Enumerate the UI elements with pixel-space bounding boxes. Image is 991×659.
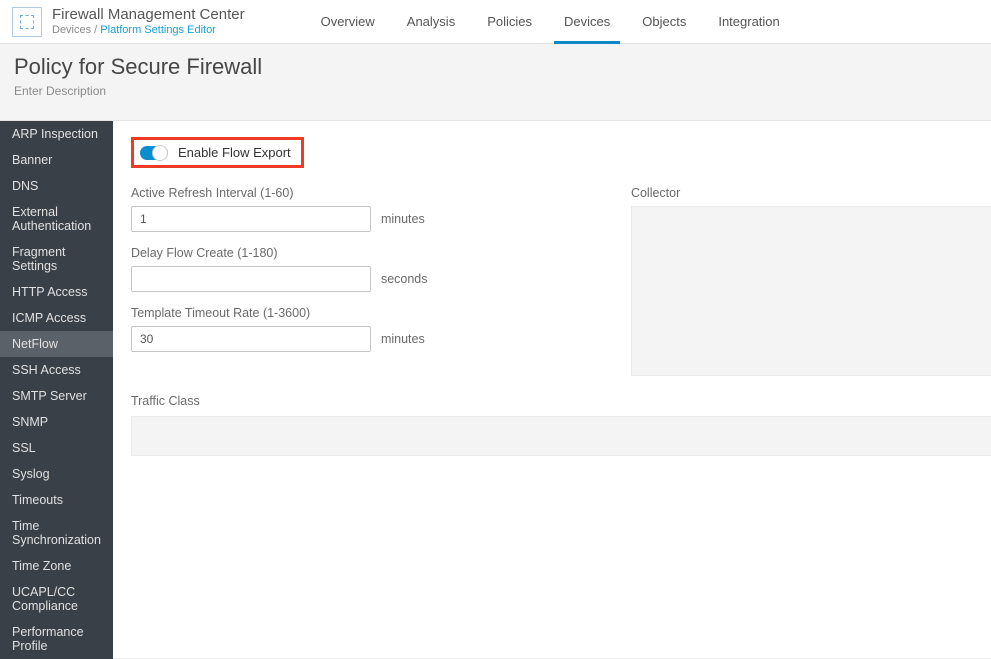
- sidebar: ARP InspectionBannerDNSExternal Authenti…: [0, 121, 113, 659]
- app-title-block: Firewall Management Center Devices / Pla…: [52, 7, 245, 37]
- sidebar-item-snmp[interactable]: SNMP: [0, 409, 113, 435]
- template-timeout-label: Template Timeout Rate (1-3600): [131, 306, 501, 320]
- top-header: Firewall Management Center Devices / Pla…: [0, 0, 991, 44]
- sidebar-item-ssl[interactable]: SSL: [0, 435, 113, 461]
- active-refresh-line: minutes: [131, 206, 501, 232]
- active-refresh-input[interactable]: [131, 206, 371, 232]
- delay-flow-label: Delay Flow Create (1-180): [131, 246, 501, 260]
- active-refresh-group: Active Refresh Interval (1-60) minutes: [131, 186, 501, 232]
- sidebar-item-fragment-settings[interactable]: Fragment Settings: [0, 239, 113, 279]
- nav-analysis[interactable]: Analysis: [391, 0, 471, 43]
- sidebar-item-timeouts[interactable]: Timeouts: [0, 487, 113, 513]
- sidebar-item-netflow[interactable]: NetFlow: [0, 331, 113, 357]
- sidebar-item-banner[interactable]: Banner: [0, 147, 113, 173]
- page-title-bar: Policy for Secure Firewall Enter Descrip…: [0, 44, 991, 121]
- delay-flow-group: Delay Flow Create (1-180) seconds: [131, 246, 501, 292]
- sidebar-item-syslog[interactable]: Syslog: [0, 461, 113, 487]
- template-timeout-line: minutes: [131, 326, 501, 352]
- traffic-class-label: Traffic Class: [131, 394, 991, 408]
- top-nav: OverviewAnalysisPoliciesDevicesObjectsIn…: [305, 0, 796, 43]
- nav-objects[interactable]: Objects: [626, 0, 702, 43]
- collector-box[interactable]: [631, 206, 991, 376]
- sidebar-item-smtp-server[interactable]: SMTP Server: [0, 383, 113, 409]
- content-row: ARP InspectionBannerDNSExternal Authenti…: [0, 121, 991, 659]
- sidebar-item-time-synchronization[interactable]: Time Synchronization: [0, 513, 113, 553]
- sidebar-item-ssh-access[interactable]: SSH Access: [0, 357, 113, 383]
- sidebar-item-icmp-access[interactable]: ICMP Access: [0, 305, 113, 331]
- collector-label: Collector: [631, 186, 991, 200]
- traffic-class-section: Traffic Class: [131, 394, 991, 456]
- breadcrumb-sep: /: [91, 24, 100, 36]
- traffic-class-box[interactable]: [131, 416, 991, 456]
- page-description[interactable]: Enter Description: [14, 84, 977, 98]
- delay-flow-unit: seconds: [381, 272, 428, 286]
- enable-flow-export-label: Enable Flow Export: [178, 145, 291, 160]
- breadcrumb-current[interactable]: Platform Settings Editor: [100, 24, 216, 36]
- page-title: Policy for Secure Firewall: [14, 54, 977, 80]
- breadcrumb: Devices / Platform Settings Editor: [52, 24, 245, 36]
- delay-flow-input[interactable]: [131, 266, 371, 292]
- active-refresh-unit: minutes: [381, 212, 425, 226]
- toggle-knob-icon: [152, 145, 168, 161]
- app-logo-icon: [20, 15, 34, 29]
- nav-overview[interactable]: Overview: [305, 0, 391, 43]
- sidebar-item-time-zone[interactable]: Time Zone: [0, 553, 113, 579]
- sidebar-item-external-authentication[interactable]: External Authentication: [0, 199, 113, 239]
- template-timeout-input[interactable]: [131, 326, 371, 352]
- sidebar-item-ucapl-cc-compliance[interactable]: UCAPL/CC Compliance: [0, 579, 113, 619]
- sidebar-item-dns[interactable]: DNS: [0, 173, 113, 199]
- form-columns: Active Refresh Interval (1-60) minutes D…: [131, 186, 991, 376]
- right-column: Collector: [631, 186, 991, 376]
- app-logo: [12, 7, 42, 37]
- template-timeout-group: Template Timeout Rate (1-3600) minutes: [131, 306, 501, 352]
- sidebar-item-arp-inspection[interactable]: ARP Inspection: [0, 121, 113, 147]
- enable-flow-export-toggle[interactable]: [140, 146, 168, 160]
- main-panel: Enable Flow Export Active Refresh Interv…: [113, 121, 991, 659]
- app-title: Firewall Management Center: [52, 7, 245, 24]
- left-column: Active Refresh Interval (1-60) minutes D…: [131, 186, 501, 376]
- nav-integration[interactable]: Integration: [702, 0, 795, 43]
- sidebar-item-performance-profile[interactable]: Performance Profile: [0, 619, 113, 659]
- sidebar-item-http-access[interactable]: HTTP Access: [0, 279, 113, 305]
- nav-devices[interactable]: Devices: [548, 0, 626, 43]
- active-refresh-label: Active Refresh Interval (1-60): [131, 186, 501, 200]
- enable-flow-export-highlight: Enable Flow Export: [131, 137, 304, 168]
- template-timeout-unit: minutes: [381, 332, 425, 346]
- nav-policies[interactable]: Policies: [471, 0, 548, 43]
- delay-flow-line: seconds: [131, 266, 501, 292]
- breadcrumb-root[interactable]: Devices: [52, 24, 91, 36]
